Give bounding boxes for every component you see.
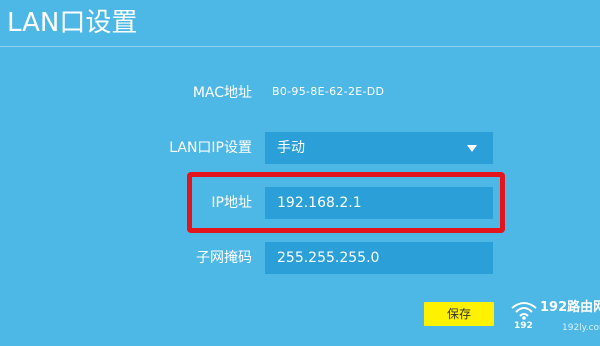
save-button[interactable]: 保存 [424,302,494,326]
lan-ip-mode-label: LAN口IP设置 [169,140,252,156]
watermark-brand: 192路由网 [540,300,600,315]
mac-value: B0-95-8E-62-2E-DD [272,85,385,98]
highlight-frame [187,172,505,233]
title-divider [0,46,600,47]
subnet-label: 子网掩码 [196,250,252,266]
wifi-icon [511,302,537,320]
chevron-down-icon [467,145,477,152]
mac-label: MAC地址 [192,85,252,101]
lan-ip-mode-value: 手动 [277,140,305,156]
watermark-domain: 192ly.com [562,323,600,333]
page-title: LAN口设置 [7,8,138,38]
lan-ip-mode-select[interactable]: 手动 [265,132,493,164]
watermark: 192路由网 192 192ly.com [510,296,600,342]
subnet-field[interactable]: 255.255.255.0 [265,242,493,274]
watermark-number: 192 [514,321,533,331]
